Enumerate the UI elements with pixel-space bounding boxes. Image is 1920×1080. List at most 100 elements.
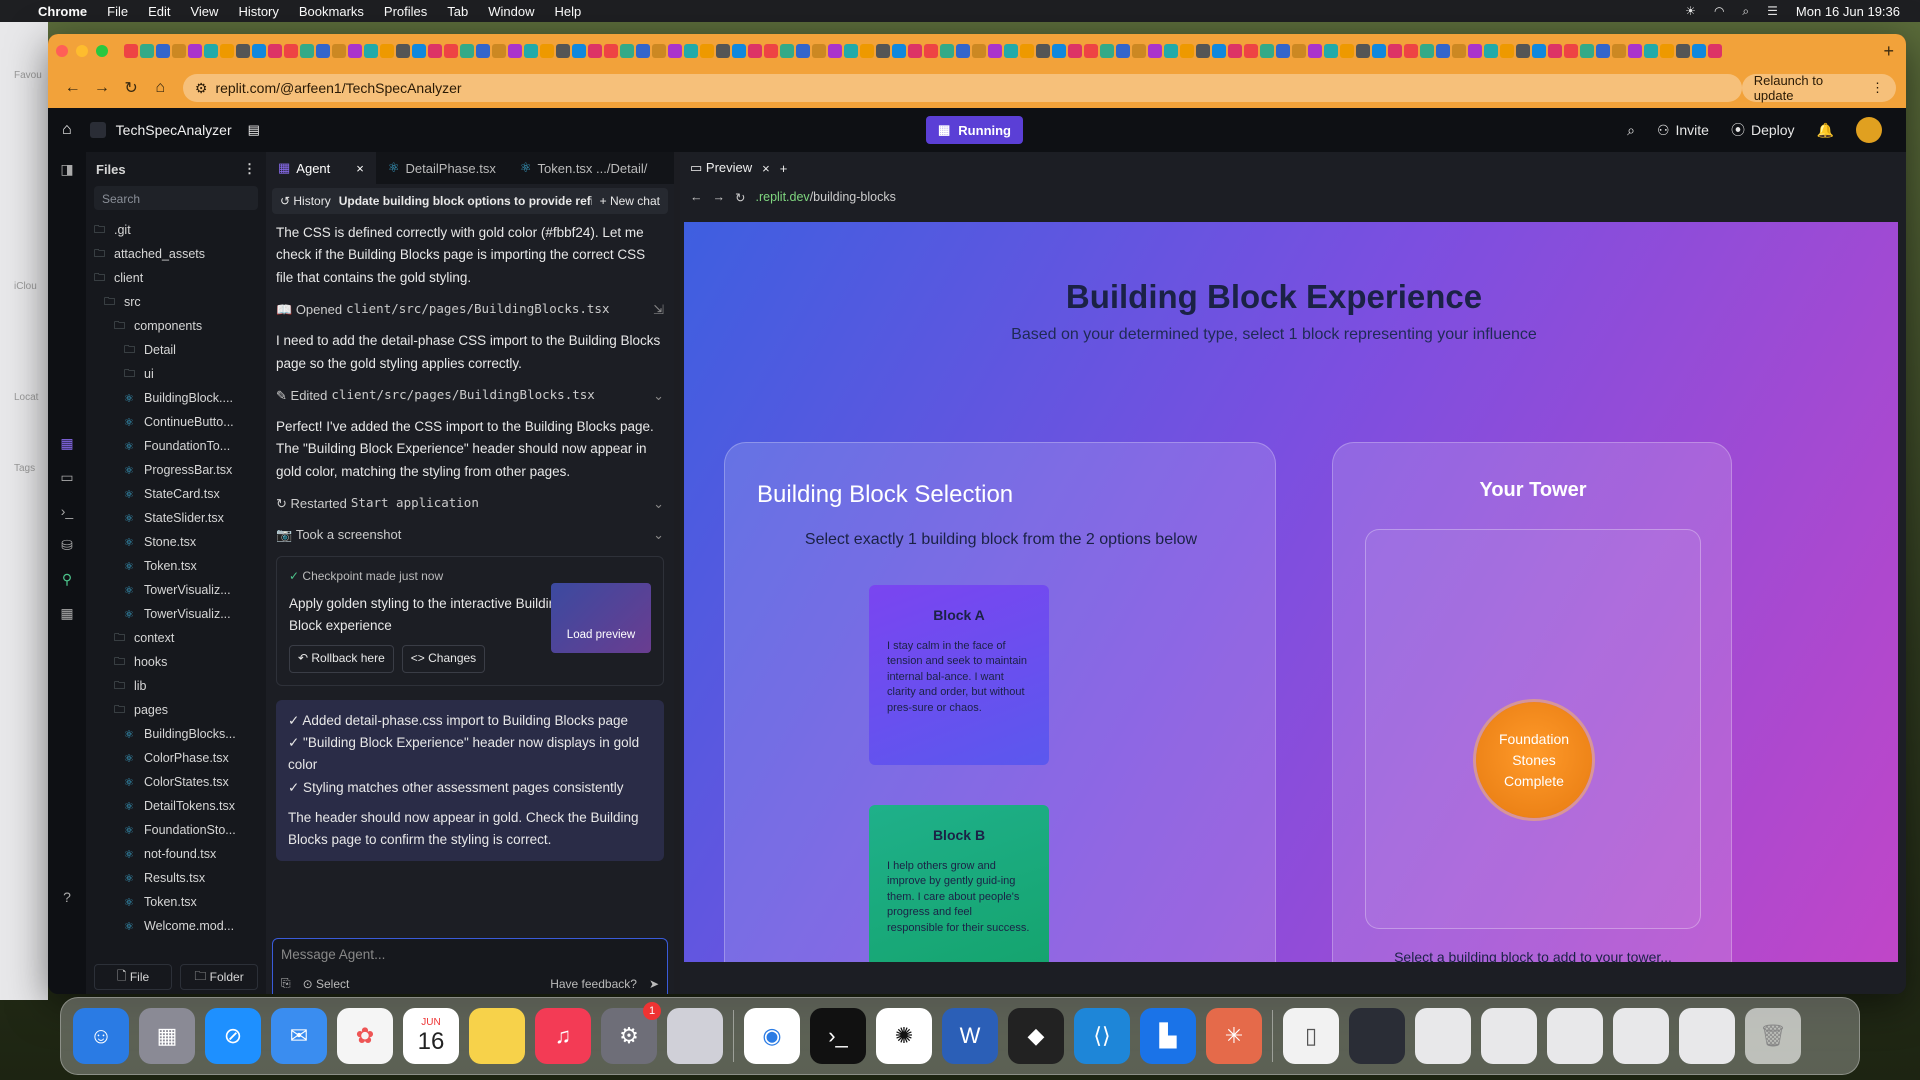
tab-favicon-icon[interactable] [556,44,570,58]
relaunch-button[interactable]: Relaunch to update ⋮ [1741,73,1896,103]
claude-icon[interactable]: ✳ [1206,1008,1262,1064]
chevron-down-icon[interactable]: ⌄ [653,493,664,514]
photos-icon[interactable]: ✿ [337,1008,393,1064]
menu-view[interactable]: View [190,4,218,19]
tab-favicon-icon[interactable] [348,44,362,58]
tab-favicon-icon[interactable] [268,44,282,58]
load-preview-button[interactable]: Load preview [551,582,651,653]
tab-token[interactable]: ⚛ Token.tsx .../Detail/ [508,152,659,184]
tab-favicon-icon[interactable] [636,44,650,58]
reload-icon[interactable]: ↻ [116,78,145,98]
tab-favicon-icon[interactable] [1420,44,1434,58]
tab-favicon-icon[interactable] [172,44,186,58]
tab-favicon-icon[interactable] [540,44,554,58]
launchpad-icon[interactable]: ▦ [139,1008,195,1064]
help-icon[interactable]: ? [48,880,86,914]
tab-favicon-icon[interactable] [156,44,170,58]
file-row[interactable]: ⚛ TowerVisualiz... [86,602,266,626]
music-icon[interactable]: ♫ [535,1008,591,1064]
tab-favicon-icon[interactable] [1228,44,1242,58]
file-row[interactable]: ⚛ not-found.tsx [86,842,266,866]
preview-url[interactable]: .replit.dev/building-blocks [755,190,895,204]
layout-icon[interactable]: ▤ [248,122,260,138]
tab-favicon-icon[interactable] [492,44,506,58]
file-row[interactable]: ⚛ ProgressBar.tsx [86,458,266,482]
tab-favicon-icon[interactable] [1708,44,1722,58]
tab-favicon-icon[interactable] [1692,44,1706,58]
tab-favicon-icon[interactable] [476,44,490,58]
menu-app[interactable]: Chrome [38,4,87,19]
recent-window-icon[interactable] [1481,1008,1537,1064]
tab-favicon-icon[interactable] [1468,44,1482,58]
action-restarted[interactable]: ↻ Restarted Start application ⌄ [276,493,664,514]
invite-button[interactable]: ⚇ Invite [1657,122,1709,139]
tab-favicon-icon[interactable] [460,44,474,58]
tab-favicon-icon[interactable] [1100,44,1114,58]
tab-favicon-icon[interactable] [844,44,858,58]
wifi-icon[interactable]: ◠ [1714,4,1724,18]
minimize-window-button[interactable] [76,45,88,57]
agent-message-input[interactable]: Message Agent... ⎘ ⊙ Select Have feedbac… [272,938,668,994]
tab-favicon-icon[interactable] [1340,44,1354,58]
tab-favicon-icon[interactable] [1132,44,1146,58]
close-icon[interactable]: × [356,161,364,176]
iphone-mirroring-icon[interactable] [667,1008,723,1064]
mail-icon[interactable]: ✉ [271,1008,327,1064]
search-icon[interactable]: ⌕ [1627,122,1635,139]
block-b-card[interactable]: Block B I help others grow and improve b… [869,805,1049,962]
tab-favicon-icon[interactable] [1308,44,1322,58]
tab-favicon-icon[interactable] [876,44,890,58]
tab-favicon-icon[interactable] [524,44,538,58]
tab-favicon-icon[interactable] [1260,44,1274,58]
site-info-icon[interactable]: ⚙ [195,80,208,97]
trash-icon[interactable]: 🗑 [1745,1008,1801,1064]
safari-icon[interactable]: ⊘ [205,1008,261,1064]
tab-favicon-icon[interactable] [1676,44,1690,58]
menu-bookmarks[interactable]: Bookmarks [299,4,364,19]
recent-window-icon[interactable] [1679,1008,1735,1064]
tab-favicon-icon[interactable] [1484,44,1498,58]
new-tab-icon[interactable]: + [780,161,788,176]
tab-favicon-icon[interactable] [220,44,234,58]
tab-favicon-icon[interactable] [572,44,586,58]
thread-title[interactable]: Update building block options to provide… [339,194,592,208]
avatar[interactable] [1856,117,1882,143]
tab-favicon-icon[interactable] [972,44,986,58]
chatgpt-icon[interactable]: ✺ [876,1008,932,1064]
tab-favicon-icon[interactable] [284,44,298,58]
tab-favicon-icon[interactable] [204,44,218,58]
new-tab-icon[interactable]: + [1883,41,1894,62]
action-edited[interactable]: ✎ Edited client/src/pages/BuildingBlocks.… [276,385,664,406]
tab-favicon-icon[interactable] [668,44,682,58]
new-chat-button[interactable]: + New chat [600,194,660,208]
file-row[interactable]: ⚛ ColorPhase.tsx [86,746,266,770]
control-center-icon[interactable]: ☰ [1767,4,1778,18]
tab-favicon-icon[interactable] [1292,44,1306,58]
recent-window-icon[interactable] [1415,1008,1471,1064]
tab-favicon-icon[interactable] [1052,44,1066,58]
menu-help[interactable]: Help [555,4,582,19]
tab-favicon-icon[interactable] [1388,44,1402,58]
tab-favicon-icon[interactable] [780,44,794,58]
block-a-card[interactable]: Block A I stay calm in the face of tensi… [869,585,1049,765]
status-icon[interactable]: ☀ [1685,4,1696,18]
tab-favicon-icon[interactable] [428,44,442,58]
zoom-window-button[interactable] [96,45,108,57]
tab-favicon-icon[interactable] [908,44,922,58]
deploy-button[interactable]: ⦿ Deploy [1731,120,1795,140]
file-row[interactable]: ⚛ BuildingBlocks... [86,722,266,746]
tab-favicon-icon[interactable] [764,44,778,58]
menu-file[interactable]: File [107,4,128,19]
tab-favicon-icon[interactable] [1276,44,1290,58]
file-row[interactable]: ⚛ StateSlider.tsx [86,506,266,530]
tab-favicon-icon[interactable] [1660,44,1674,58]
home-icon[interactable]: ⌂ [146,79,175,97]
file-row[interactable]: ⚛ Results.tsx [86,866,266,890]
back-icon[interactable]: ← [690,190,703,204]
notes-icon[interactable] [469,1008,525,1064]
tab-favicon-icon[interactable] [364,44,378,58]
tab-favicon-icon[interactable] [1612,44,1626,58]
tab-favicon-icon[interactable] [940,44,954,58]
folder-row[interactable]: 🗀 attached_assets [86,242,266,266]
tab-favicon-icon[interactable] [396,44,410,58]
